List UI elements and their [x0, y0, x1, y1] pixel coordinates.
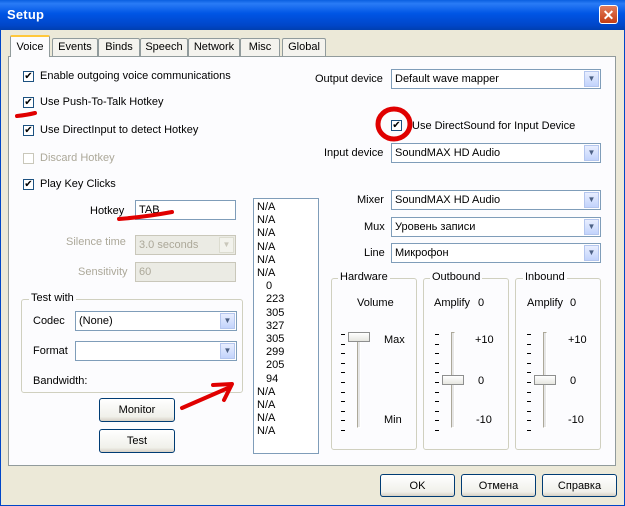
tab-voice[interactable]: Voice — [10, 35, 50, 57]
annotation-underline-hotkey — [117, 210, 174, 221]
annotation-arrow — [180, 386, 230, 410]
annotation-overlay — [15, 106, 413, 410]
annotation-underline-pushtotalk — [15, 111, 37, 118]
annotation-circle-directsound — [375, 106, 413, 142]
